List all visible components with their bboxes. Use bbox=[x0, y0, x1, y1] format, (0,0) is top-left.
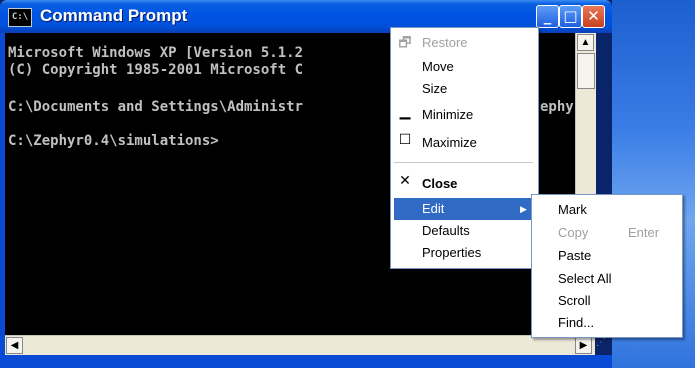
menu-item-move[interactable]: Move bbox=[391, 56, 538, 78]
scroll-left-button[interactable]: ◀ bbox=[6, 337, 23, 354]
horizontal-scrollbar[interactable]: ◀ ▶ bbox=[5, 335, 595, 356]
console-line: (C) Copyright 1985-2001 Microsoft C bbox=[8, 62, 304, 78]
scroll-right-button[interactable]: ▶ bbox=[575, 337, 592, 354]
menu-item-size[interactable]: Size bbox=[391, 78, 538, 100]
vertical-scroll-thumb[interactable] bbox=[577, 53, 595, 89]
submenu-item-paste[interactable]: Paste bbox=[532, 245, 682, 267]
submenu-item-find[interactable]: Find... bbox=[532, 312, 682, 334]
menu-item-maximize[interactable]: ☐ Maximize bbox=[391, 132, 538, 154]
scroll-up-button[interactable]: ▲ bbox=[577, 34, 594, 51]
submenu-item-select-all[interactable]: Select All bbox=[532, 268, 682, 290]
restore-icon: 🗗 bbox=[398, 35, 412, 51]
submenu-item-mark[interactable]: Mark bbox=[532, 199, 682, 221]
console-app-icon[interactable]: C:\ bbox=[8, 8, 32, 27]
submenu-item-scroll[interactable]: Scroll bbox=[532, 290, 682, 312]
system-menu: 🗗 Restore Move Size ▁ Minimize ☐ Maximiz… bbox=[390, 27, 539, 269]
close-icon: ✕ bbox=[399, 173, 411, 189]
menu-item-minimize[interactable]: ▁ Minimize bbox=[391, 104, 538, 126]
console-line: Microsoft Windows XP [Version 5.1.2 bbox=[8, 45, 304, 61]
console-line: C:\Documents and Settings\Administr bbox=[8, 99, 304, 115]
menu-item-properties[interactable]: Properties bbox=[391, 242, 538, 264]
menu-item-edit[interactable]: Edit ▶ bbox=[394, 198, 535, 220]
console-line-overflow: ephy bbox=[540, 99, 574, 115]
menu-item-close[interactable]: ✕ Close bbox=[391, 173, 538, 195]
minimize-button[interactable]: _ bbox=[536, 5, 559, 28]
window-title: Command Prompt bbox=[40, 6, 188, 25]
resize-grip[interactable]: ⋰ bbox=[596, 337, 610, 353]
menu-separator bbox=[394, 162, 533, 163]
window-frame-bottom bbox=[0, 355, 612, 368]
minimize-icon: ▁ bbox=[399, 104, 411, 120]
menu-item-defaults[interactable]: Defaults bbox=[391, 220, 538, 242]
submenu-arrow-icon: ▶ bbox=[520, 204, 527, 214]
maximize-button[interactable]: □ bbox=[559, 5, 582, 28]
close-button[interactable]: ✕ bbox=[582, 5, 605, 28]
edit-submenu: Mark Copy Enter Paste Select All Scroll … bbox=[531, 194, 683, 338]
menu-item-restore[interactable]: 🗗 Restore bbox=[391, 32, 538, 54]
submenu-item-copy[interactable]: Copy Enter bbox=[532, 222, 682, 244]
console-prompt-line: C:\Zephyr0.4\simulations> bbox=[8, 133, 219, 149]
maximize-icon: ☐ bbox=[398, 132, 412, 148]
copy-shortcut: Enter bbox=[628, 225, 660, 240]
